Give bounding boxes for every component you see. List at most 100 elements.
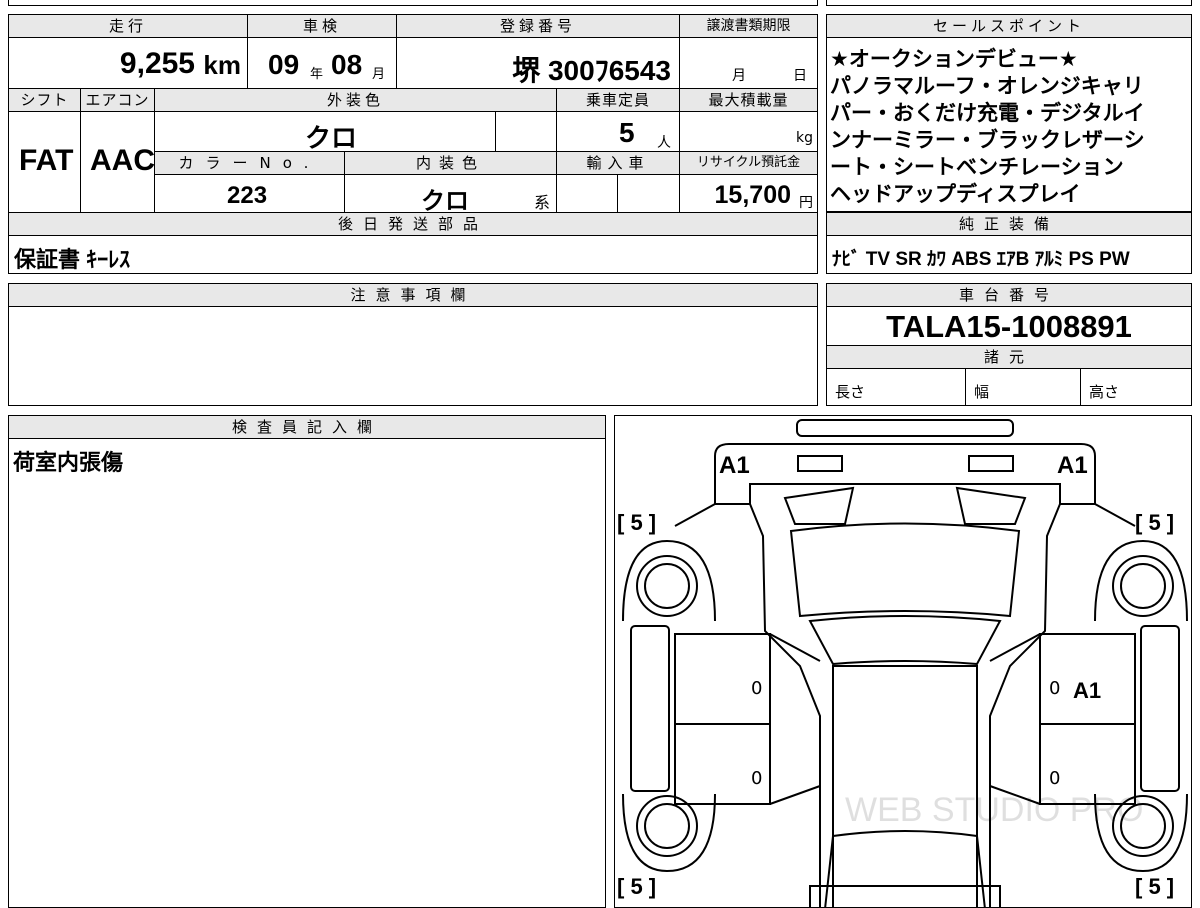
exterior-color-value: クロ (305, 123, 358, 153)
header-color-no: カラーNo. (154, 151, 345, 175)
hood-vent-left (783, 486, 855, 525)
spec-length-label: 長さ (835, 383, 866, 401)
sales-point-box: ★オークションデビュー★ パノラマルーフ・オレンジキャリ パー・おくだけ充電・デ… (826, 37, 1192, 212)
header-specs: 諸元 (826, 345, 1192, 369)
exterior-color-extra-cell (495, 111, 557, 152)
bracket-bottom-right: [ 5 ] (1135, 874, 1175, 899)
top-cutoff-row-right (826, 0, 1192, 6)
color-no-value: 223 (227, 182, 268, 209)
transfer-deadline-cell: 月 日 (679, 37, 818, 89)
inspection-year-unit: 年 (310, 67, 324, 82)
genuine-equipment-value: ﾅﾋﾞ TV SR ｶﾜ ABS ｴｱB ｱﾙﾐ PS PW (832, 249, 1130, 270)
rear-lamp-bar (809, 885, 1001, 907)
header-import: 輸入車 (556, 151, 680, 175)
shift-value: FAT (19, 144, 74, 177)
header-recycle-fee: リサイクル預託金 (679, 151, 818, 175)
header-shift: シフト (8, 88, 81, 112)
hood-panel (789, 522, 1021, 618)
aircon-value: AAC (90, 144, 155, 177)
header-capacity: 乗車定員 (556, 88, 680, 112)
genuine-equipment-cell: ﾅﾋﾞ TV SR ｶﾜ ABS ｴｱB ｱﾙﾐ PS PW (826, 235, 1192, 274)
chassis-number: TALA15-1008891 (886, 309, 1132, 344)
door-mark-rear-left: 0 (751, 768, 763, 789)
inspector-cell: 荷室内張傷 (8, 438, 606, 908)
header-genuine-equipment: 純正装備 (826, 212, 1192, 236)
interior-color-suffix: 系 (533, 193, 550, 212)
right-side-skirt (1140, 625, 1180, 792)
max-load-cell: kg (679, 111, 818, 152)
bracket-top-left: [ 5 ] (617, 510, 657, 535)
car-body-diagram: WEB STUDIO PRO (622, 419, 1188, 907)
mileage-value: 9,255 (119, 47, 195, 80)
notes-cell (8, 306, 818, 406)
shift-cell: FAT (8, 111, 81, 213)
diagram-watermark: WEB STUDIO PRO (845, 791, 1143, 829)
top-cutoff-row (8, 0, 818, 6)
import-cell-a (556, 174, 618, 213)
front-apron (749, 483, 1061, 504)
header-notes: 注意事項欄 (8, 283, 818, 307)
recycle-fee-cell: 15,700 円 (679, 174, 818, 213)
header-inspection: 車検 (247, 14, 397, 38)
spec-width-label: 幅 (974, 383, 990, 401)
hood-vent-right (955, 486, 1027, 525)
header-later-parts: 後日発送部品 (8, 212, 818, 236)
sales-point-line: ート・シートベンチレーション (830, 155, 1124, 179)
sales-point-lines: ★オークションデビュー★ パノラマルーフ・オレンジキャリ パー・おくだけ充電・デ… (830, 46, 1145, 208)
header-transfer-deadline: 譲渡書類期限 (679, 14, 818, 38)
header-chassis: 車台番号 (826, 283, 1192, 307)
front-outline (714, 443, 1096, 504)
front-lamp-left (797, 455, 843, 472)
registration-number: 堺 300ﾌ6543 (512, 55, 671, 86)
damage-code-rear-right-door: A1 (1073, 678, 1102, 703)
chassis-cell: TALA15-1008891 (826, 306, 1192, 346)
bracket-top-right: [ 5 ] (1135, 510, 1175, 535)
header-sales-point: セールスポイント (826, 14, 1192, 38)
door-mark-rear-right: 0 (1049, 768, 1061, 789)
header-registration: 登録番号 (396, 14, 680, 38)
color-no-cell: 223 (154, 174, 345, 213)
front-bumper-bar (796, 419, 1014, 437)
deadline-month-unit: 月 (732, 68, 746, 84)
later-parts-cell: 保証書 ｷｰﾚｽ (8, 235, 818, 274)
left-body-outline (674, 503, 821, 907)
rear-left-door (674, 723, 771, 805)
bracket-bottom-left: [ 5 ] (617, 874, 657, 899)
sales-point-line: パノラマルーフ・オレンジキャリ (830, 74, 1144, 98)
windshield (808, 615, 1002, 666)
inspection-month: 08 (331, 49, 363, 80)
header-max-load: 最大積載量 (679, 88, 818, 112)
door-mark-front-right: 0 (1049, 678, 1061, 699)
capacity-unit: 人 (657, 135, 671, 151)
door-mark-front-left: 0 (751, 678, 763, 699)
header-inspector: 検査員記入欄 (8, 415, 606, 439)
damage-code-front-right: A1 (1057, 452, 1088, 479)
max-load-unit: kg (796, 130, 813, 146)
rear-glass (824, 830, 986, 907)
rear-left-wheel-inner (644, 803, 690, 849)
header-aircon: エアコン (80, 88, 155, 112)
spec-height-label: 高さ (1089, 383, 1120, 401)
header-interior-color: 内装色 (344, 151, 557, 175)
recycle-fee-unit: 円 (799, 195, 813, 211)
right-body-outline (989, 503, 1136, 907)
sales-point-line: ンナーミラー・ブラックレザーシ (830, 128, 1145, 152)
deadline-day-unit: 日 (793, 68, 807, 84)
inspection-year: 09 (268, 49, 300, 80)
inspection-month-unit: 月 (372, 67, 386, 82)
right-pillar (989, 633, 1041, 805)
sales-point-line: ヘッドアップディスプレイ (830, 182, 1081, 206)
front-left-wheel-inner (644, 563, 690, 609)
damage-code-front-left: A1 (719, 452, 750, 479)
header-exterior-color: 外装色 (154, 88, 557, 112)
mileage-unit: km (203, 50, 241, 80)
capacity-value: 5 (619, 117, 635, 148)
mileage-cell: 9,255 km (8, 37, 248, 89)
recycle-fee-value: 15,700 (714, 181, 791, 209)
capacity-cell: 5 人 (556, 111, 680, 152)
later-parts-value: 保証書 ｷｰﾚｽ (14, 247, 131, 272)
roof-panel (832, 665, 978, 907)
registration-cell: 堺 300ﾌ6543 (396, 37, 680, 89)
sales-point-line: パー・おくだけ充電・デジタルイ (830, 101, 1145, 125)
spec-height-cell: 高さ (1080, 368, 1192, 406)
